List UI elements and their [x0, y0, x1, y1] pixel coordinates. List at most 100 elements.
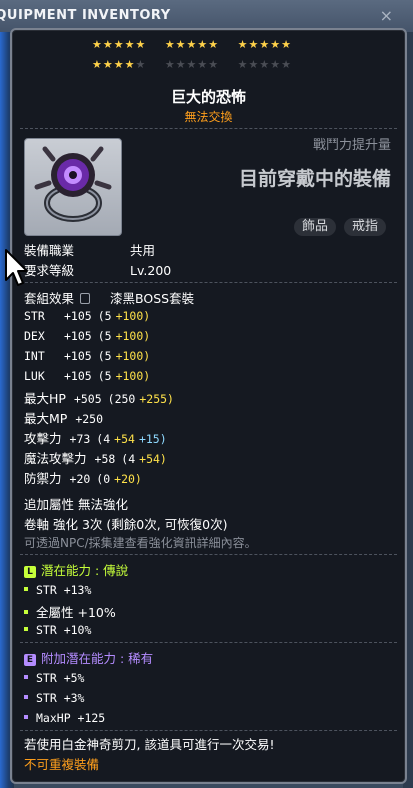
stat-name: 魔法攻擊力: [24, 451, 87, 466]
star-group: ★★★★★: [237, 38, 292, 51]
bonus-potential-line: STR +3%: [24, 690, 84, 705]
stat-base: (250: [107, 392, 136, 406]
stat-total: +105: [64, 329, 92, 343]
level-requirement: 要求等級 Lv.200: [24, 260, 171, 279]
bonus-potential-label: 附加潛在能力 :: [41, 651, 129, 666]
star-group: ★★★★★: [92, 38, 147, 51]
level-label: 要求等級: [24, 263, 75, 278]
stat-total: +250: [75, 412, 104, 426]
divider: [20, 730, 397, 731]
bonus-potential-grade: 稀有: [128, 651, 154, 666]
stat-bonus: +100): [115, 369, 151, 383]
category-tag: 飾品: [294, 218, 337, 236]
stat-bonus: +20): [114, 472, 142, 486]
set-effect-label: 套組效果: [24, 291, 75, 306]
item-icon-frame: [24, 138, 122, 236]
stat-bonus: +54: [114, 432, 135, 446]
potential-grade: 傳說: [103, 563, 129, 578]
potential-line: STR +13%: [24, 582, 91, 597]
star-group-empty: ★★★★★: [164, 58, 220, 71]
lock-icon: [80, 293, 91, 304]
stat-total: +105: [64, 369, 92, 383]
potential-header: L 潛在能力 : 傳說: [24, 560, 128, 579]
star-group-empty: ★★★★★: [237, 58, 292, 71]
epic-badge: E: [24, 654, 36, 666]
stat-name: 最大MP: [24, 411, 68, 426]
bonus-potential-line: STR +5%: [24, 670, 84, 685]
close-icon[interactable]: ×: [380, 6, 393, 25]
stat-row: DEX +105 (5 +100): [24, 328, 154, 343]
set-name: 漆黑BOSS套裝: [110, 291, 195, 306]
mouse-cursor-icon: [5, 249, 28, 286]
stat-base: (5: [97, 309, 112, 323]
job-label: 裝備職業: [24, 243, 75, 258]
stat-base: (4: [96, 432, 111, 446]
stat-name: 最大HP: [24, 391, 66, 406]
job-value: 共用: [130, 243, 156, 258]
stat-total: +105: [64, 309, 92, 323]
scroll-upgrade-row: 卷軸 強化 3次 (剩餘0次, 可恢復0次): [24, 517, 228, 532]
stat-bonus: +54): [139, 452, 167, 466]
stat-row: 最大MP +250: [24, 408, 117, 427]
upgrade-hint: 可透過NPC/採集建查看強化資訊詳細內容。: [24, 536, 257, 550]
stat-row: 防禦力 +20 (0 +20): [24, 468, 146, 487]
no-reequip-note: 不可重複裝備: [24, 757, 100, 772]
stat-bonus: +100): [115, 349, 151, 363]
ring-icon: [34, 146, 112, 222]
divider: [20, 554, 397, 555]
stat-bonus: +100): [115, 309, 151, 323]
scissors-note: 若使用白金神奇剪刀, 該道具可進行一次交易!: [24, 737, 275, 752]
divider: [20, 642, 397, 643]
job-requirement: 裝備職業 共用: [24, 240, 155, 259]
divider: [20, 128, 397, 129]
stat-total: +105: [64, 349, 92, 363]
star-group: ★★★★: [92, 58, 136, 71]
subcategory-tag: 戒指: [344, 218, 387, 236]
stat-total: +73: [69, 432, 91, 446]
star-group-empty: ★: [135, 58, 147, 71]
stat-base: (5: [97, 369, 112, 383]
combat-power-label: 戰鬥力提升量: [312, 138, 391, 153]
bonus-potential-header: E 附加潛在能力 : 稀有: [24, 648, 153, 667]
stat-row: 攻擊力 +73 (4 +54 +15): [24, 428, 167, 447]
stat-name: LUK: [24, 369, 45, 383]
stat-name: DEX: [24, 329, 45, 343]
inventory-window-title: EQUIPMENT INVENTORY: [0, 8, 171, 23]
stat-row: INT +105 (5 +100): [24, 348, 154, 363]
set-effect[interactable]: 套組效果 漆黑BOSS套裝: [24, 288, 194, 307]
stat-base: (4: [121, 452, 136, 466]
stat-row: STR +105 (5 +100): [24, 308, 154, 323]
stat-bonus: +255): [139, 392, 174, 406]
item-name: 巨大的恐怖: [170, 88, 246, 106]
stat-bonus: +100): [115, 329, 151, 343]
star-force-row-2: ★★★★★ ★★★★★ ★★★★★: [92, 58, 306, 71]
stat-row: 最大HP +505 (250 +255): [24, 388, 178, 407]
level-value: Lv.200: [130, 263, 172, 278]
item-tooltip: ★★★★★ ★★★★★ ★★★★★ ★★★★★ ★★★★★ ★★★★★ 巨大的恐…: [10, 28, 407, 784]
stat-total: +20: [69, 472, 91, 486]
stat-base: (0: [96, 472, 111, 486]
star-force-row-1: ★★★★★ ★★★★★ ★★★★★: [92, 38, 306, 51]
stat-name: 防禦力: [24, 471, 62, 486]
potential-line: 全屬性 +10%: [24, 602, 116, 621]
stat-total: +505: [73, 392, 102, 406]
stat-name: 攻擊力: [24, 431, 62, 446]
potential-label: 潛在能力 :: [41, 563, 104, 578]
star-group: ★★★★★: [164, 38, 220, 51]
legendary-badge: L: [24, 566, 36, 578]
stat-total: +58: [94, 452, 116, 466]
potential-line: STR +10%: [24, 622, 91, 637]
trade-status: 無法交換: [184, 110, 233, 124]
extra-stat-label: 追加屬性: [24, 497, 75, 512]
bonus-potential-line: MaxHP +125: [24, 710, 105, 725]
stat-name: STR: [24, 309, 45, 323]
currently-equipped-label: 目前穿戴中的裝備: [238, 168, 391, 190]
stat-row: 魔法攻擊力 +58 (4 +54): [24, 448, 171, 467]
stat-row: LUK +105 (5 +100): [24, 368, 154, 383]
extra-stat-value: 無法強化: [78, 497, 129, 512]
stat-extra: +15): [138, 432, 167, 446]
stat-name: INT: [24, 349, 45, 363]
stat-base: (5: [97, 329, 112, 343]
stat-base: (5: [97, 349, 112, 363]
divider: [20, 282, 397, 283]
